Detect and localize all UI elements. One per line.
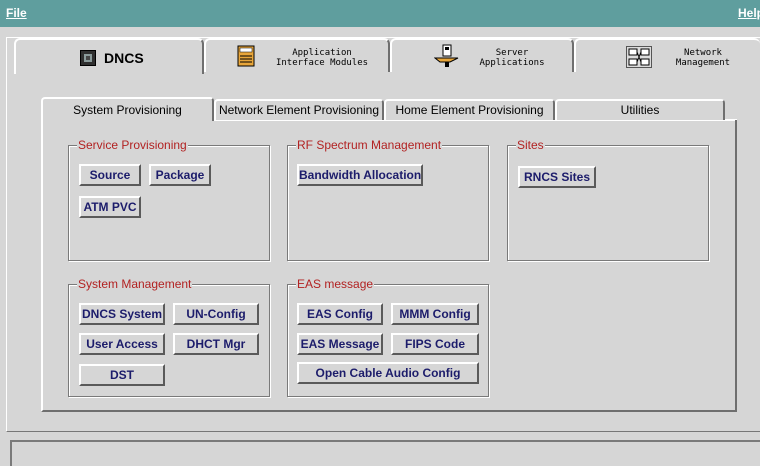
rf-spectrum-title: RF Spectrum Management xyxy=(296,138,443,152)
dhct-mgr-button[interactable]: DHCT Mgr xyxy=(173,333,259,355)
eas-config-button[interactable]: EAS Config xyxy=(297,303,383,325)
rf-spectrum-group: RF Spectrum Management Bandwidth Allocat… xyxy=(287,138,489,261)
source-button[interactable]: Source xyxy=(79,164,141,186)
file-menu[interactable]: File xyxy=(6,6,27,20)
document-icon xyxy=(237,45,255,70)
tab-network-label: Network Management xyxy=(675,48,731,68)
atm-pvc-button[interactable]: ATM PVC xyxy=(79,196,141,218)
system-management-title: System Management xyxy=(77,277,193,291)
menu-bar: File Help xyxy=(0,0,760,27)
tab-aim-label: Application Interface Modules xyxy=(275,48,369,68)
service-provisioning-group: Service Provisioning Source Package ATM … xyxy=(68,138,270,261)
open-cable-audio-config-button[interactable]: Open Cable Audio Config xyxy=(297,362,479,384)
package-button[interactable]: Package xyxy=(149,164,211,186)
tab-home-element-provisioning[interactable]: Home Element Provisioning xyxy=(384,99,555,120)
tab-utilities[interactable]: Utilities xyxy=(555,99,725,120)
service-provisioning-title: Service Provisioning xyxy=(77,138,188,152)
eas-message-group: EAS message EAS Config MMM Config EAS Me… xyxy=(287,277,489,397)
tab-system-provisioning[interactable]: System Provisioning xyxy=(41,97,214,121)
tab-dncs-label: DNCS xyxy=(104,50,144,66)
bandwidth-allocation-button[interactable]: Bandwidth Allocation xyxy=(297,164,423,186)
un-config-button[interactable]: UN-Config xyxy=(173,303,259,325)
sites-group: Sites RNCS Sites xyxy=(507,138,709,261)
tab-application-interface-modules[interactable]: Application Interface Modules xyxy=(204,38,390,72)
fips-code-button[interactable]: FIPS Code xyxy=(391,333,479,355)
dncs-system-button[interactable]: DNCS System xyxy=(79,303,165,325)
sites-title: Sites xyxy=(516,138,545,152)
tab-dncs[interactable]: DNCS xyxy=(14,38,204,74)
rncs-sites-button[interactable]: RNCS Sites xyxy=(518,166,596,188)
eas-message-button[interactable]: EAS Message xyxy=(297,333,383,355)
dst-button[interactable]: DST xyxy=(79,364,165,386)
system-management-group: System Management DNCS System UN-Config … xyxy=(68,277,270,397)
mmm-config-button[interactable]: MMM Config xyxy=(391,303,479,325)
tab-network-element-provisioning[interactable]: Network Element Provisioning xyxy=(214,99,384,120)
eas-message-title: EAS message xyxy=(296,277,375,291)
user-access-button[interactable]: User Access xyxy=(79,333,165,355)
tab-network-management[interactable]: Network Management xyxy=(574,38,760,72)
tab-server-label: Server Applications xyxy=(479,48,545,68)
dncs-icon xyxy=(80,50,96,69)
status-bar xyxy=(10,440,760,466)
tab-server-applications[interactable]: Server Applications xyxy=(390,38,574,72)
help-menu[interactable]: Help xyxy=(738,6,760,20)
